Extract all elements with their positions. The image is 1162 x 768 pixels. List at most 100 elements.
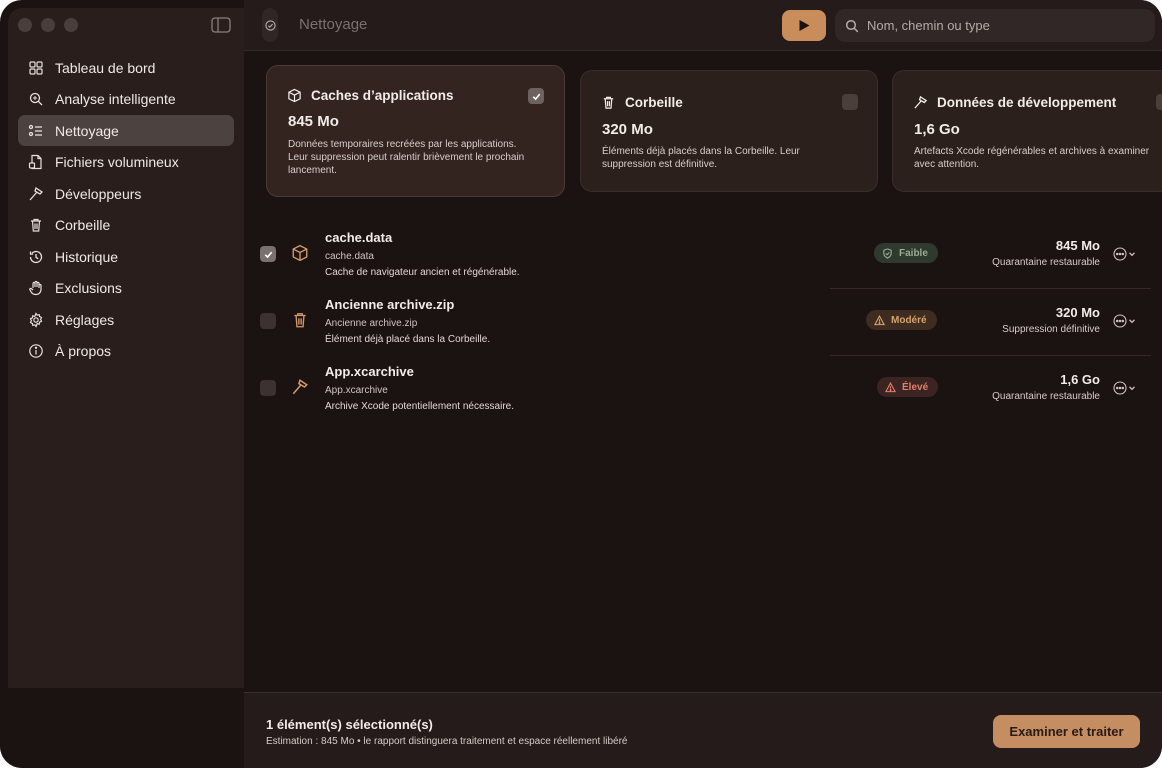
sidebar-item-about[interactable]: À propos — [18, 336, 234, 367]
hammer-icon — [914, 95, 928, 109]
sidebar-toggle-icon[interactable] — [211, 17, 231, 33]
sidebar-item-settings[interactable]: Réglages — [18, 304, 234, 335]
row-divider — [830, 355, 1151, 356]
run-cleanup-button[interactable] — [782, 10, 826, 41]
play-icon — [799, 20, 810, 31]
row-description: Cache de navigateur ancien et régénérabl… — [325, 267, 520, 278]
table-row[interactable]: Ancienne archive.zip Ancienne archive.zi… — [258, 290, 1151, 356]
sidebar-item-label: Historique — [55, 248, 119, 265]
category-card-trash[interactable]: Corbeille 320 Mo Éléments déjà placés da… — [580, 70, 878, 192]
row-checkbox[interactable] — [260, 246, 276, 262]
sidebar-item-label: Fichiers volumineux — [55, 154, 179, 170]
row-description: Archive Xcode potentiellement nécessaire… — [325, 401, 514, 412]
table-row[interactable]: cache.data cache.data Cache de navigateu… — [258, 223, 1151, 289]
row-name: Ancienne archive.zip — [325, 297, 455, 312]
card-checkbox[interactable] — [1156, 94, 1162, 110]
search-icon — [845, 19, 859, 32]
box-icon — [292, 244, 308, 262]
risk-badge: Élevé — [877, 377, 939, 397]
card-title: Données de développement — [937, 95, 1117, 110]
card-description: Données temporaires recréées par les app… — [288, 139, 525, 176]
category-card-developer-data[interactable]: Données de développement 1,6 Go Artefact… — [892, 70, 1162, 192]
sidebar-item-smart-analysis[interactable]: Analyse intelligente — [18, 84, 234, 115]
sidebar-item-trash[interactable]: Corbeille — [18, 210, 234, 241]
card-checkbox[interactable] — [528, 88, 544, 104]
large-file-icon — [28, 154, 42, 170]
shield-check-icon — [883, 247, 892, 259]
sidebar-item-history[interactable]: Historique — [18, 241, 234, 272]
close-window-button[interactable] — [18, 18, 32, 32]
row-checkbox[interactable] — [260, 380, 276, 396]
search-field[interactable]: Nom, chemin ou type — [835, 9, 1155, 42]
card-size: 320 Mo — [602, 121, 653, 138]
window-title: Nettoyage — [299, 16, 368, 33]
process-button[interactable]: Examiner et traiter — [993, 715, 1140, 748]
trash-icon — [603, 96, 614, 109]
sidebar-item-developers[interactable]: Développeurs — [18, 178, 234, 209]
hammer-icon — [29, 186, 44, 200]
card-checkbox[interactable] — [842, 94, 858, 110]
sidebar-item-dashboard[interactable]: Tableau de bord — [18, 52, 234, 83]
row-filename: App.xcarchive — [325, 385, 388, 396]
gear-icon — [29, 311, 43, 328]
sidebar-item-exclusions[interactable]: Exclusions — [18, 273, 234, 304]
row-name: App.xcarchive — [325, 364, 414, 379]
sidebar-item-label: Exclusions — [55, 280, 122, 296]
trash-icon — [294, 313, 306, 328]
risk-badge: Modéré — [866, 310, 937, 330]
grid-icon — [29, 60, 43, 75]
row-actions-menu[interactable] — [1113, 246, 1141, 262]
sidebar-footer — [0, 688, 244, 768]
row-size: 1,6 Go — [1060, 372, 1100, 387]
sidebar-item-cleanup[interactable]: Nettoyage — [18, 115, 234, 146]
card-title: Corbeille — [625, 95, 683, 110]
sidebar-item-label: Tableau de bord — [55, 59, 156, 76]
more-icon — [1113, 314, 1127, 328]
chevron-down-icon — [1129, 386, 1135, 391]
card-header: Données de développement — [913, 95, 1116, 110]
sidebar-item-label: Réglages — [55, 311, 115, 328]
toolbar: Nettoyage Nom, chemin ou type — [244, 0, 1162, 51]
warning-icon — [885, 381, 896, 392]
card-size: 1,6 Go — [914, 121, 960, 138]
hand-icon — [29, 280, 42, 296]
sidebar-nav: Tableau de bord Analyse intelligente Net… — [18, 52, 234, 367]
risk-badge: Faible — [874, 243, 938, 263]
row-size: 845 Mo — [1055, 238, 1100, 253]
trash-icon — [31, 218, 41, 232]
info-icon — [29, 344, 43, 358]
search-placeholder: Nom, chemin ou type — [867, 18, 990, 33]
row-size: 320 Mo — [1055, 305, 1100, 320]
chevron-down-icon — [1129, 319, 1135, 324]
more-icon — [1113, 247, 1127, 261]
sidebar-item-large-files[interactable]: Fichiers volumineux — [18, 147, 234, 178]
card-title: Caches d’applications — [311, 88, 454, 103]
box-icon — [288, 88, 301, 103]
history-icon — [29, 250, 43, 263]
row-checkbox[interactable] — [260, 313, 276, 329]
card-header: Caches d’applications — [287, 88, 454, 103]
row-name: cache.data — [325, 230, 393, 245]
checkmark-icon — [532, 93, 540, 100]
window-controls — [18, 18, 78, 32]
row-filename: cache.data — [325, 251, 374, 262]
row-divider — [830, 288, 1151, 289]
sidebar-item-label: À propos — [55, 343, 112, 359]
category-card-app-caches[interactable]: Caches d’applications 845 Mo Données tem… — [266, 65, 565, 197]
table-row[interactable]: App.xcarchive App.xcarchive Archive Xcod… — [258, 357, 1151, 423]
row-actions-menu[interactable] — [1113, 313, 1141, 329]
minimize-window-button[interactable] — [41, 18, 55, 32]
selection-estimate: Estimation : 845 Mo • le rapport disting… — [266, 736, 628, 747]
selection-count: 1 élément(s) sélectionné(s) — [266, 717, 433, 732]
row-description: Élément déjà placé dans la Corbeille. — [325, 334, 491, 345]
check-circle-icon — [264, 19, 276, 31]
bottom-bar: 1 élément(s) sélectionné(s) Estimation :… — [244, 692, 1162, 768]
checklist-icon — [28, 124, 42, 136]
row-mode: Suppression définitive — [1002, 324, 1100, 335]
row-actions-menu[interactable] — [1113, 380, 1141, 396]
zoom-window-button[interactable] — [64, 18, 78, 32]
card-description: Artefacts Xcode régénérables et archives… — [914, 146, 1150, 170]
row-mode: Quarantaine restaurable — [992, 391, 1100, 402]
sidebar-item-label: Analyse intelligente — [55, 91, 176, 107]
toolbar-status-button[interactable] — [262, 8, 278, 42]
